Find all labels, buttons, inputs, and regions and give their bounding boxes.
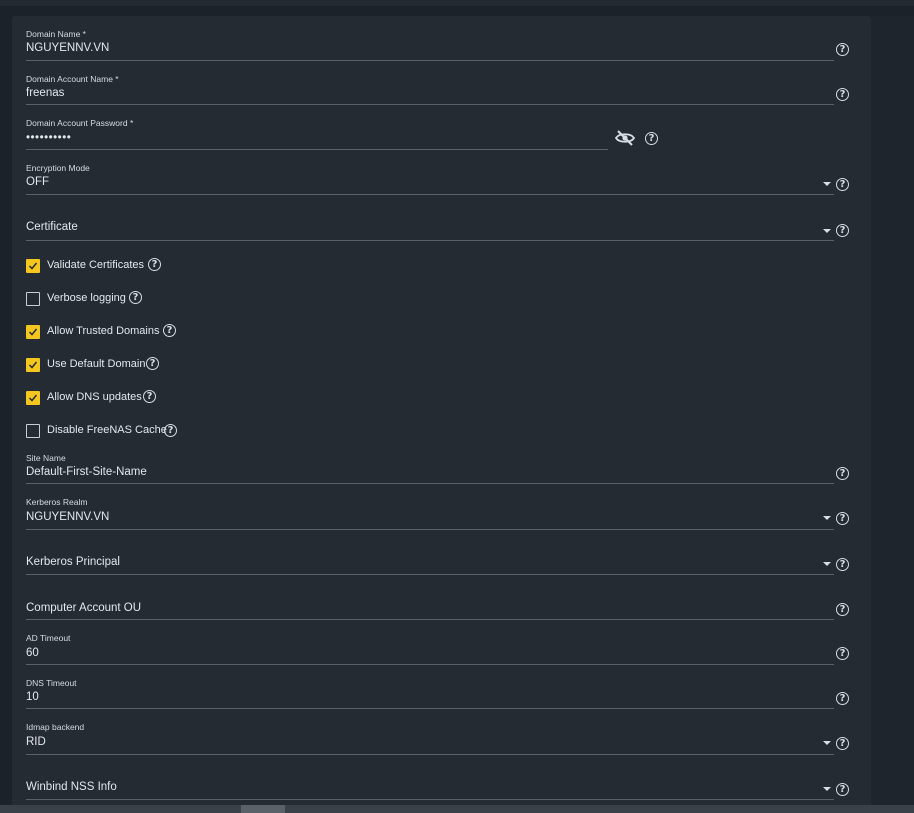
caret-down-icon[interactable] bbox=[823, 516, 831, 520]
dns-timeout-label: DNS Timeout bbox=[26, 678, 77, 688]
verbose-logging-label: Verbose logging bbox=[47, 292, 126, 304]
idmap-backend-value: RID bbox=[26, 736, 46, 748]
dns-timeout-underline bbox=[26, 708, 834, 709]
account-name-underline bbox=[26, 104, 834, 105]
domain-name-underline bbox=[26, 60, 834, 61]
help-icon[interactable]: ? bbox=[645, 132, 658, 145]
check-icon bbox=[28, 394, 38, 402]
help-icon[interactable]: ? bbox=[836, 558, 849, 571]
encryption-mode-label: Encryption Mode bbox=[26, 163, 90, 173]
caret-down-icon[interactable] bbox=[823, 229, 831, 233]
ad-timeout-underline bbox=[26, 664, 834, 665]
idmap-backend-underline bbox=[26, 754, 834, 755]
scrollbar-thumb[interactable] bbox=[241, 805, 285, 813]
winbind-nss-info-placeholder: Winbind NSS Info bbox=[26, 781, 117, 793]
kerberos-principal-placeholder: Kerberos Principal bbox=[26, 556, 120, 568]
help-icon[interactable]: ? bbox=[836, 467, 849, 480]
help-icon[interactable]: ? bbox=[836, 512, 849, 525]
disable-freenas-cache-checkbox[interactable] bbox=[26, 424, 40, 438]
help-icon[interactable]: ? bbox=[163, 324, 176, 337]
help-icon[interactable]: ? bbox=[836, 737, 849, 750]
top-bar bbox=[0, 0, 914, 6]
kerberos-realm-value: NGUYENNV.VN bbox=[26, 511, 110, 523]
account-password-underline bbox=[26, 149, 608, 150]
ad-timeout-label: AD Timeout bbox=[26, 633, 71, 643]
help-icon[interactable]: ? bbox=[836, 603, 849, 616]
ad-timeout-input[interactable]: 60 bbox=[26, 647, 39, 659]
allow-dns-updates-label: Allow DNS updates bbox=[47, 391, 142, 403]
verbose-logging-checkbox[interactable] bbox=[26, 292, 40, 306]
help-icon[interactable]: ? bbox=[143, 390, 156, 403]
help-icon[interactable]: ? bbox=[836, 178, 849, 191]
active-directory-form: Domain Name * NGUYENNV.VN ? Domain Accou… bbox=[12, 16, 871, 813]
help-icon[interactable]: ? bbox=[129, 291, 142, 304]
help-icon[interactable]: ? bbox=[836, 224, 849, 237]
help-icon[interactable]: ? bbox=[836, 88, 849, 101]
help-icon[interactable]: ? bbox=[836, 692, 849, 705]
validate-certificates-checkbox[interactable] bbox=[26, 259, 40, 273]
caret-down-icon[interactable] bbox=[823, 787, 831, 791]
caret-down-icon[interactable] bbox=[823, 562, 831, 566]
certificate-underline bbox=[26, 240, 834, 241]
dns-timeout-input[interactable]: 10 bbox=[26, 691, 39, 703]
allow-trusted-domains-checkbox[interactable] bbox=[26, 325, 40, 339]
encryption-mode-value: OFF bbox=[26, 176, 49, 188]
help-icon[interactable]: ? bbox=[836, 43, 849, 56]
computer-account-ou-placeholder[interactable]: Computer Account OU bbox=[26, 602, 141, 614]
account-password-label: Domain Account Password * bbox=[26, 118, 134, 128]
use-default-domain-label: Use Default Domain bbox=[47, 358, 146, 370]
horizontal-scrollbar[interactable] bbox=[0, 805, 914, 813]
winbind-nss-info-underline bbox=[26, 799, 834, 800]
allow-dns-updates-checkbox[interactable] bbox=[26, 391, 40, 405]
allow-trusted-domains-label: Allow Trusted Domains bbox=[47, 325, 160, 337]
domain-name-input[interactable]: NGUYENNV.VN bbox=[26, 42, 109, 54]
check-icon bbox=[28, 328, 38, 336]
use-default-domain-checkbox[interactable] bbox=[26, 358, 40, 372]
help-icon[interactable]: ? bbox=[148, 258, 161, 271]
page-background-right bbox=[871, 16, 914, 813]
eye-off-icon[interactable] bbox=[615, 130, 635, 146]
account-name-input[interactable]: freenas bbox=[26, 87, 64, 99]
help-icon[interactable]: ? bbox=[836, 783, 849, 796]
site-name-underline bbox=[26, 483, 834, 484]
caret-down-icon[interactable] bbox=[823, 741, 831, 745]
check-icon bbox=[28, 262, 38, 270]
site-name-label: Site Name bbox=[26, 453, 66, 463]
disable-freenas-cache-label: Disable FreeNAS Cache bbox=[47, 424, 167, 436]
caret-down-icon[interactable] bbox=[823, 182, 831, 186]
account-name-label: Domain Account Name * bbox=[26, 74, 119, 84]
kerberos-realm-label: Kerberos Realm bbox=[26, 497, 88, 507]
encryption-mode-underline bbox=[26, 194, 834, 195]
idmap-backend-label: Idmap backend bbox=[26, 722, 85, 732]
check-icon bbox=[28, 361, 38, 369]
kerberos-realm-underline bbox=[26, 529, 834, 530]
help-icon[interactable]: ? bbox=[164, 424, 177, 437]
domain-name-label: Domain Name * bbox=[26, 29, 86, 39]
help-icon[interactable]: ? bbox=[836, 647, 849, 660]
account-password-input[interactable]: •••••••••• bbox=[26, 132, 71, 144]
site-name-input[interactable]: Default-First-Site-Name bbox=[26, 466, 147, 478]
validate-certificates-label: Validate Certificates bbox=[47, 259, 145, 271]
certificate-placeholder: Certificate bbox=[26, 221, 78, 233]
computer-account-ou-underline bbox=[26, 619, 834, 620]
kerberos-principal-underline bbox=[26, 574, 834, 575]
help-icon[interactable]: ? bbox=[146, 357, 159, 370]
